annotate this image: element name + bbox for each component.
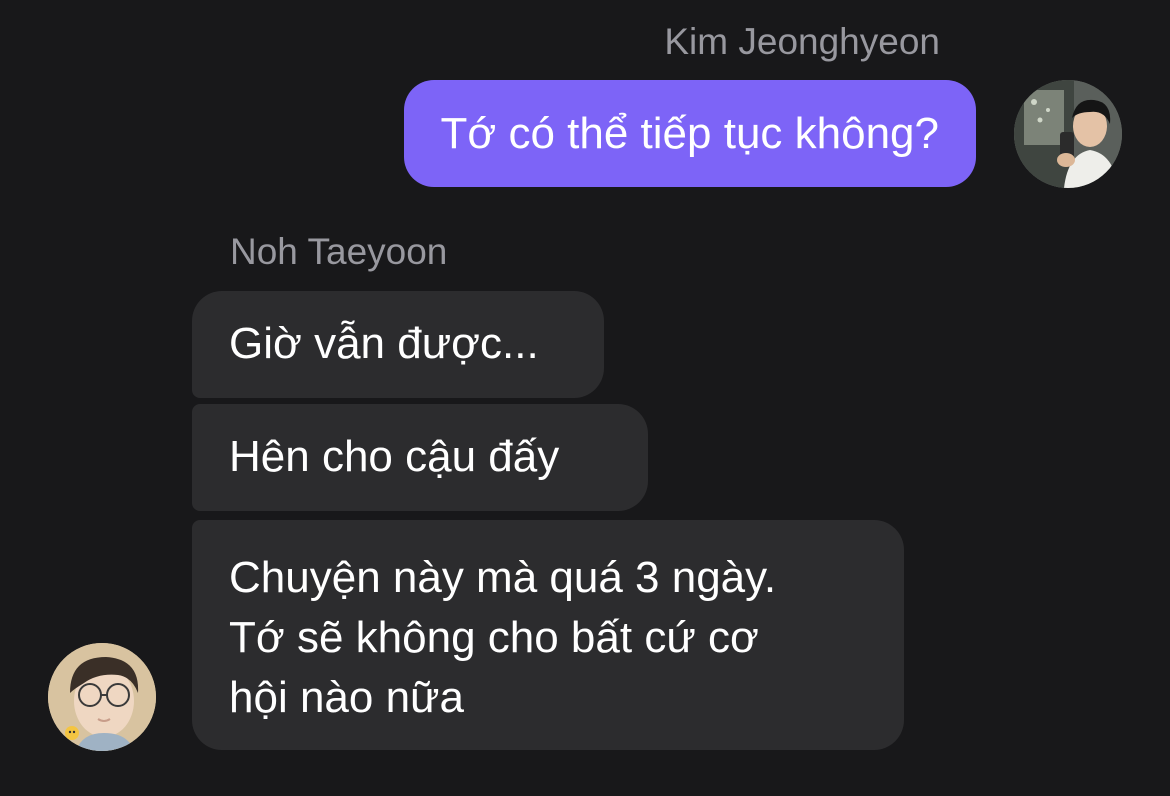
message-bubble-outgoing[interactable]: Tớ có thể tiếp tục không? <box>403 80 976 187</box>
avatar-noh-taeyoon[interactable] <box>48 643 156 751</box>
sender-name-outgoing: Kim Jeonghyeon <box>664 21 940 62</box>
avatar-kim-jeonghyeon[interactable] <box>1014 80 1122 188</box>
message-text: Tớ có thể tiếp tục không? <box>440 109 939 158</box>
message-text: Hên cho cậu đấy <box>229 432 560 481</box>
profile-photo-icon <box>48 643 156 751</box>
message-bubble-incoming[interactable]: Chuyện này mà quá 3 ngày. Tớ sẽ không ch… <box>192 520 904 750</box>
message-bubble-incoming[interactable]: Giờ vẫn được... <box>192 291 604 398</box>
sender-name-incoming: Noh Taeyoon <box>230 231 448 272</box>
message-text-line: Tớ sẽ không cho bất cứ cơ <box>229 613 759 662</box>
message-bubble-incoming[interactable]: Hên cho cậu đấy <box>192 404 648 511</box>
message-text: Giờ vẫn được... <box>229 319 539 368</box>
message-text-line: hội nào nữa <box>229 673 464 722</box>
message-text-line: Chuyện này mà quá 3 ngày. <box>229 553 777 602</box>
profile-photo-icon <box>1014 80 1122 188</box>
chat-thread: Kim Jeonghyeon Tớ có thể tiếp tục không?… <box>0 0 1170 796</box>
